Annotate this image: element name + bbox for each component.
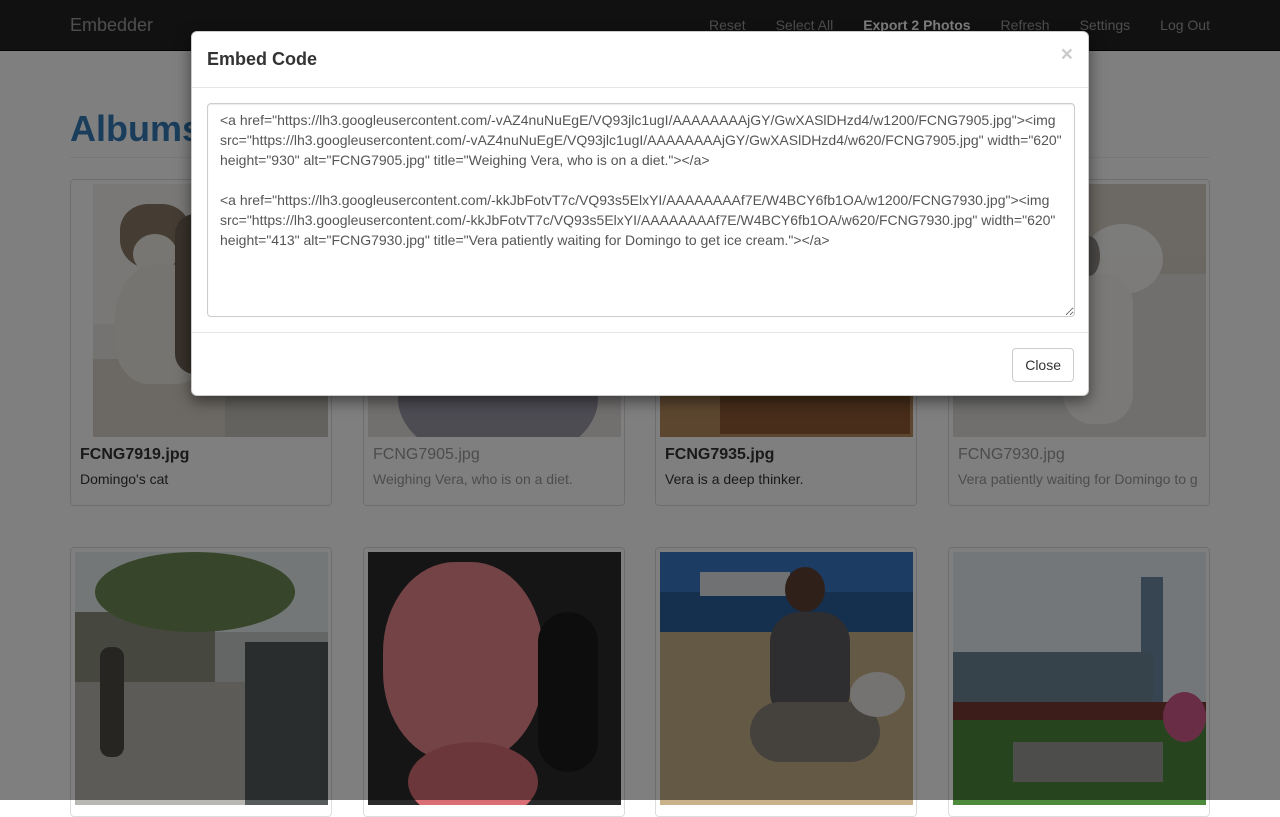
modal-header: Embed Code ×	[192, 32, 1088, 88]
embed-code-textarea[interactable]: <a href="https://lh3.googleusercontent.c…	[207, 103, 1075, 317]
close-icon[interactable]: ×	[1061, 44, 1073, 65]
close-button[interactable]: Close	[1012, 348, 1074, 382]
modal-title: Embed Code	[207, 49, 318, 69]
embed-code-modal: Embed Code × <a href="https://lh3.google…	[191, 31, 1089, 396]
modal-footer-divider	[192, 332, 1088, 333]
